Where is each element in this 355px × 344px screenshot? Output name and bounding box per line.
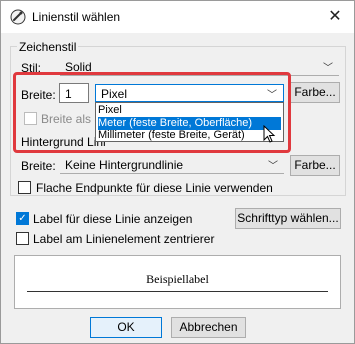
show-label-text: Label für diese Linie anzeigen — [33, 212, 193, 226]
background-width-value: Keine Hintergrundlinie — [65, 158, 184, 172]
close-icon[interactable]: ✕ — [324, 6, 346, 28]
title-bar: Linienstil wählen ✕ — [1, 1, 354, 33]
font-select-button[interactable]: Schrifttyp wählen... — [235, 208, 341, 229]
drawing-style-group-title: Zeichenstil — [17, 40, 79, 54]
background-width-select[interactable]: Keine Hintergrundlinie ﹀ — [60, 156, 284, 174]
color-button[interactable]: Farbe... — [290, 82, 340, 103]
ok-button[interactable]: OK — [90, 317, 162, 338]
preview-line — [27, 291, 328, 292]
background-width-label: Breite: — [21, 159, 56, 173]
label-preview: Beispiellabel — [14, 255, 341, 309]
annotation-highlight — [13, 72, 291, 153]
cancel-button[interactable]: Abbrechen — [171, 317, 246, 338]
line-style-app-icon — [10, 9, 26, 25]
window-title: Linienstil wählen — [32, 10, 121, 24]
preview-label-text: Beispiellabel — [146, 272, 209, 286]
center-label-checkbox[interactable] — [16, 232, 29, 245]
background-color-button[interactable]: Farbe... — [290, 155, 340, 176]
flat-endpoints-checkbox[interactable] — [18, 181, 31, 194]
mouse-cursor-icon — [263, 125, 276, 143]
show-label-checkbox[interactable]: ✓ — [16, 212, 29, 225]
chevron-down-icon: ﹀ — [268, 161, 278, 172]
center-label-text: Label am Linienelement zentrierer — [33, 232, 215, 246]
line-style-dialog: Linienstil wählen ✕ Zeichenstil Stil: So… — [0, 0, 355, 344]
chevron-down-icon: ﹀ — [323, 63, 333, 74]
flat-endpoints-label: Flache Endpunkte für diese Linie verwend… — [36, 181, 273, 195]
